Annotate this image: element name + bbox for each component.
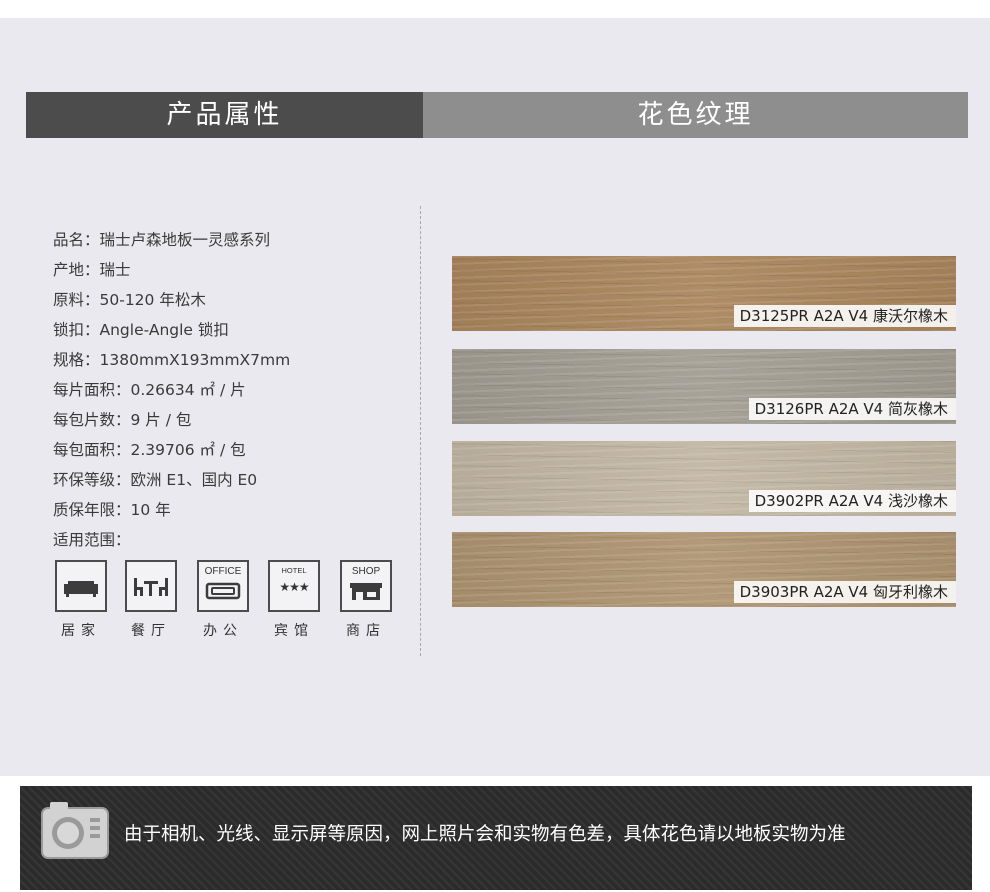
sofa-icon (55, 560, 107, 612)
swatch-d3126pr[interactable]: D3126PR A2A V4 简灰橡木 (452, 349, 956, 424)
disclaimer-text: 由于相机、光线、显示屏等原因，网上照片会和实物有色差，具体花色请以地板实物为准 (124, 824, 846, 845)
swatch-d3125pr[interactable]: D3125PR A2A V4 康沃尔橡木 (452, 256, 956, 331)
usage-dining: 餐厅 (123, 560, 179, 640)
swatch-label: D3126PR A2A V4 简灰橡木 (748, 398, 956, 420)
swatch-label: D3902PR A2A V4 浅沙橡木 (748, 490, 956, 512)
spec-item: 规格：1380mmX193mmX7mm (53, 351, 291, 369)
usage-label: 餐厅 (131, 623, 171, 639)
swatch-label: D3903PR A2A V4 匈牙利橡木 (733, 581, 956, 603)
dashed-divider (420, 206, 421, 656)
dining-table-icon (125, 560, 177, 612)
spec-item-usage-heading: 适用范围： (53, 531, 131, 549)
spec-item: 原料：50-120 年松木 (53, 291, 206, 309)
tab-color-texture[interactable]: 花色纹理 (423, 92, 968, 138)
swatch-d3902pr[interactable]: D3902PR A2A V4 浅沙橡木 (452, 441, 956, 516)
color-disclaimer-banner: 由于相机、光线、显示屏等原因，网上照片会和实物有色差，具体花色请以地板实物为准 (20, 786, 972, 890)
tab-product-attributes[interactable]: 产品属性 (26, 92, 423, 138)
spec-item: 锁扣：Angle-Angle 锁扣 (53, 321, 229, 339)
spec-item: 环保等级：欧洲 E1、国内 E0 (53, 471, 258, 489)
spec-item: 每包面积：2.39706 ㎡ / 包 (53, 441, 246, 459)
usage-label: 居家 (61, 623, 101, 639)
spec-item: 每片面积：0.26634 ㎡ / 片 (53, 381, 246, 399)
usage-office: OFFICE 办公 (195, 560, 251, 640)
spec-list: 品名：瑞士卢森地板一灵感系列 产地：瑞士 原料：50-120 年松木 锁扣：An… (53, 228, 290, 558)
shop-icon: SHOP (340, 560, 392, 612)
usage-label: 商店 (346, 623, 386, 639)
swatch-d3903pr[interactable]: D3903PR A2A V4 匈牙利橡木 (452, 532, 956, 607)
office-icon: OFFICE (197, 560, 249, 612)
usage-hotel: HOTEL ★★★ 宾馆 (266, 560, 322, 640)
hotel-icon: HOTEL ★★★ (268, 560, 320, 612)
camera-icon (38, 800, 112, 866)
usage-label: 办公 (203, 623, 243, 639)
spec-item: 品名：瑞士卢森地板一灵感系列 (53, 231, 271, 249)
hotel-tag: HOTEL (281, 566, 307, 575)
spec-item: 质保年限：10 年 (53, 501, 171, 519)
spec-item: 每包片数：9 片 / 包 (53, 411, 192, 429)
swatch-label: D3125PR A2A V4 康沃尔橡木 (733, 305, 956, 327)
content-panel: 产品属性 花色纹理 品名：瑞士卢森地板一灵感系列 产地：瑞士 原料：50-120… (0, 18, 990, 776)
usage-label: 宾馆 (274, 623, 314, 639)
spec-item: 产地：瑞士 (53, 261, 131, 279)
usage-shop: SHOP 商店 (338, 560, 394, 640)
hotel-stars: ★★★ (279, 580, 309, 594)
usage-home: 居家 (53, 560, 109, 640)
